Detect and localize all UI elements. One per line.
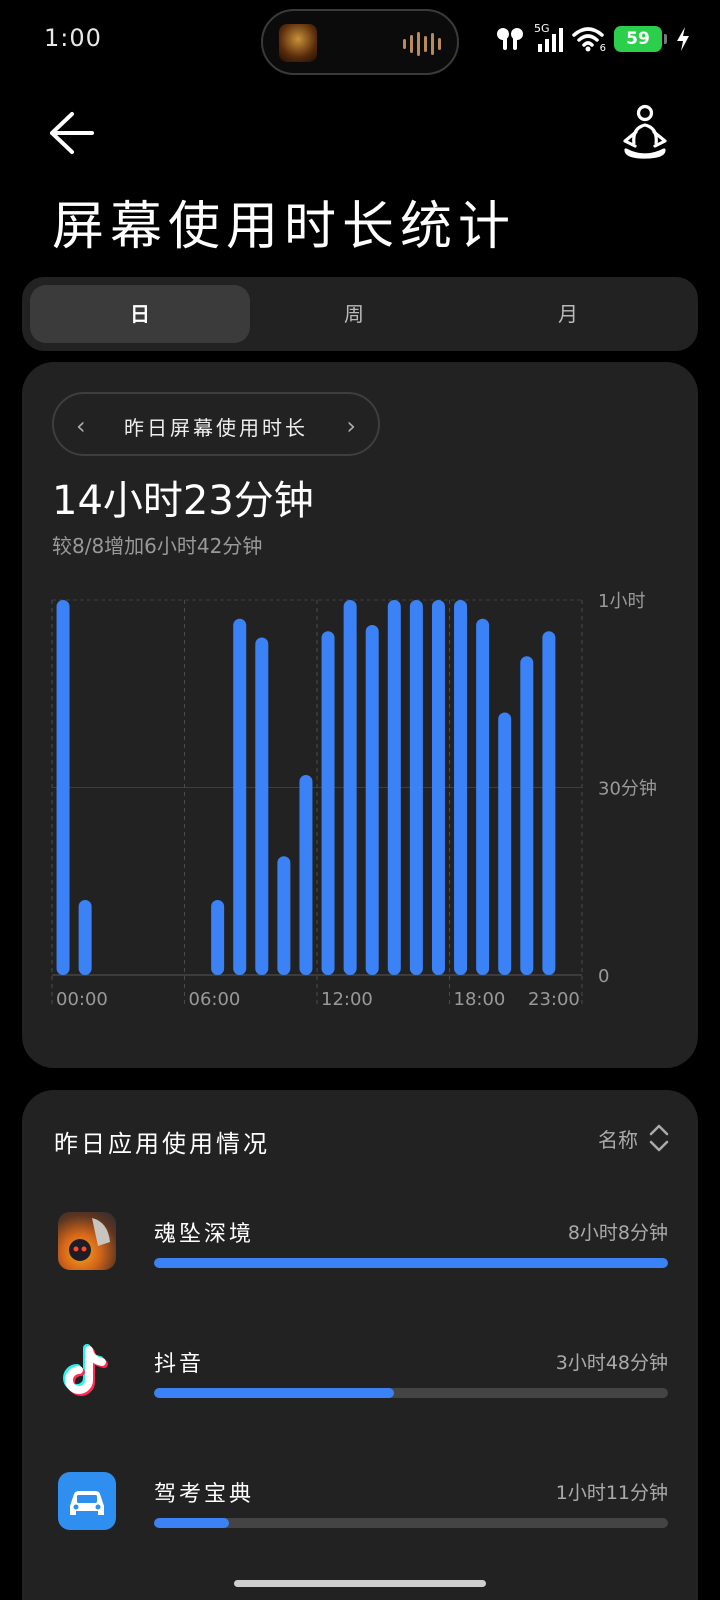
app-usage-time: 3小时48分钟 xyxy=(555,1352,668,1374)
y-tick-label: 30分钟 xyxy=(598,779,657,800)
home-indicator[interactable] xyxy=(234,1580,486,1587)
game-app-icon xyxy=(58,1212,116,1270)
app-row[interactable]: 驾考宝典 1小时11分钟 xyxy=(22,1462,698,1572)
usage-bar-hour-1 xyxy=(78,900,92,975)
usage-bar-hour-0 xyxy=(56,600,70,975)
tab-month[interactable]: 月 xyxy=(458,285,678,343)
usage-bar-hour-15 xyxy=(387,600,401,975)
earbuds-icon xyxy=(497,28,523,50)
wifi-icon: 6 xyxy=(572,26,606,54)
charging-bolt-icon xyxy=(677,27,689,51)
y-tick-label: 1小时 xyxy=(598,591,645,612)
usage-bar-hour-22 xyxy=(542,631,556,975)
x-tick-label: 18:00 xyxy=(454,989,506,1010)
usage-bar xyxy=(154,1258,668,1268)
usage-bar-hour-16 xyxy=(409,600,423,975)
back-button[interactable] xyxy=(46,108,98,158)
battery-level: 59 xyxy=(614,26,667,52)
dynamic-island[interactable] xyxy=(261,9,459,75)
meditation-mode-button[interactable] xyxy=(620,104,670,160)
tab-week[interactable]: 周 xyxy=(244,285,464,343)
period-tabs: 日 周 月 xyxy=(22,277,698,351)
app-usage-card: 昨日应用使用情况 名称 魂坠深境 8小时8分钟 抖音 3小时48分钟 驾考宝典 … xyxy=(22,1090,698,1600)
app-row[interactable]: 魂坠深境 8小时8分钟 xyxy=(22,1202,698,1312)
app-usage-title: 昨日应用使用情况 xyxy=(54,1130,270,1158)
audio-wave-icon xyxy=(403,30,441,58)
app-name: 魂坠深境 xyxy=(154,1222,255,1247)
usage-bar-hour-14 xyxy=(365,625,379,975)
app-usage-time: 8小时8分钟 xyxy=(567,1222,668,1244)
driving-test-app-icon xyxy=(58,1472,116,1530)
wifi-level-label: 6 xyxy=(599,43,606,54)
x-tick-label: 12:00 xyxy=(321,989,373,1010)
usage-bar-hour-20 xyxy=(498,712,512,975)
x-tick-label: 23:00 xyxy=(528,989,580,1010)
app-row[interactable]: 抖音 3小时48分钟 xyxy=(22,1332,698,1442)
sort-toggle-icon xyxy=(649,1124,669,1152)
usage-bar-hour-9 xyxy=(255,637,269,975)
usage-bar-hour-17 xyxy=(431,600,445,975)
sort-label: 名称 xyxy=(598,1127,638,1152)
meditation-icon xyxy=(623,104,667,159)
back-arrow-icon xyxy=(50,112,94,154)
usage-bar-hour-21 xyxy=(520,656,534,975)
usage-bar-hour-8 xyxy=(233,618,247,975)
usage-bar-hour-19 xyxy=(476,618,490,975)
page-title: 屏幕使用时长统计 xyxy=(52,197,517,257)
status-icons: 5G 6 59 xyxy=(494,22,690,54)
x-tick-label: 00:00 xyxy=(56,989,108,1010)
cellular-signal-icon: 5G xyxy=(534,22,564,52)
douyin-app-icon xyxy=(58,1342,116,1400)
now-playing-app-icon xyxy=(279,24,317,62)
app-usage-time: 1小时11分钟 xyxy=(555,1482,668,1504)
status-bar: 1:00 5G 6 59 xyxy=(0,0,720,82)
sort-button[interactable]: 名称 xyxy=(598,1122,670,1154)
app-name: 驾考宝典 xyxy=(154,1482,255,1507)
usage-bar-fill xyxy=(154,1258,668,1268)
status-time: 1:00 xyxy=(44,24,102,52)
usage-bar-hour-12 xyxy=(321,631,335,975)
usage-bar-fill xyxy=(154,1388,395,1398)
hourly-usage-chart: 1小时 30分钟 0 00:00 06:00 12:00 18:00 23:00 xyxy=(51,591,657,1010)
usage-bar-fill xyxy=(154,1518,230,1528)
usage-bar-hour-10 xyxy=(277,856,291,975)
y-tick-label: 0 xyxy=(598,966,609,987)
usage-bar-hour-7 xyxy=(211,900,225,975)
usage-bar-hour-18 xyxy=(454,600,468,975)
screen-time-card: ‹ 昨日屏幕使用时长 › 14小时23分钟 较8/8增加6小时42分钟 1小时 3… xyxy=(22,362,698,1068)
usage-bar-hour-13 xyxy=(343,600,357,975)
usage-bar xyxy=(154,1518,668,1528)
x-tick-label: 06:00 xyxy=(189,989,241,1010)
usage-bar xyxy=(154,1388,668,1398)
usage-bar-hour-11 xyxy=(299,775,313,975)
tab-day[interactable]: 日 xyxy=(30,285,250,343)
app-name: 抖音 xyxy=(154,1352,205,1377)
